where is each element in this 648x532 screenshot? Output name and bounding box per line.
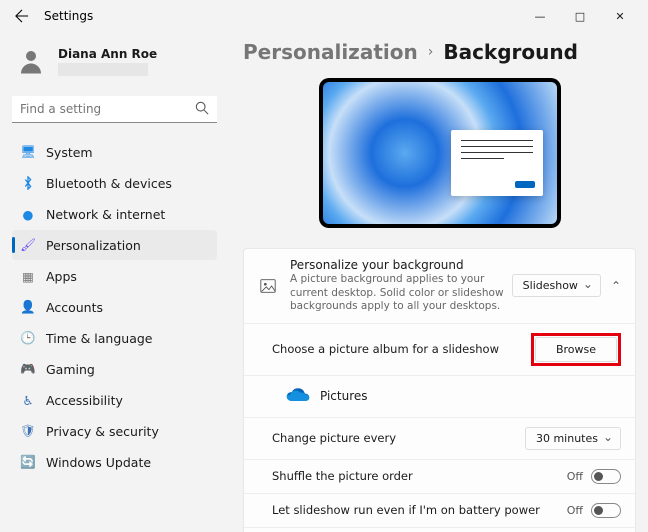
avatar bbox=[14, 44, 48, 78]
shield-icon: 🛡 bbox=[20, 423, 36, 439]
clock-icon: 🕒 bbox=[20, 330, 36, 346]
background-type-dropdown[interactable]: Slideshow bbox=[512, 274, 601, 297]
breadcrumb-parent[interactable]: Personalization bbox=[243, 40, 418, 64]
nav-time-lang[interactable]: 🕒Time & language bbox=[12, 323, 217, 353]
user-name: Diana Ann Roe bbox=[58, 47, 157, 61]
wallpaper-thumbnail bbox=[323, 82, 557, 224]
nav-system[interactable]: 🖥System bbox=[12, 137, 217, 167]
breadcrumb: Personalization › Background bbox=[243, 40, 636, 64]
page-title: Background bbox=[443, 40, 578, 64]
nav-bluetooth[interactable]: Bluetooth & devices bbox=[12, 168, 217, 198]
content-pane: Personalization › Background Personali bbox=[225, 32, 648, 532]
personalize-title: Personalize your background bbox=[290, 258, 512, 272]
maximize-button[interactable]: □ bbox=[560, 2, 600, 30]
gaming-icon: 🎮 bbox=[20, 361, 36, 377]
app-title: Settings bbox=[44, 9, 93, 23]
person-icon bbox=[16, 46, 46, 76]
nav-network[interactable]: ●Network & internet bbox=[12, 199, 217, 229]
battery-state: Off bbox=[567, 504, 583, 517]
bluetooth-icon bbox=[20, 175, 36, 191]
onedrive-icon bbox=[286, 386, 310, 407]
sidebar: Diana Ann Roe 🖥System Bluetooth & device… bbox=[0, 32, 225, 532]
desktop-preview bbox=[319, 78, 561, 228]
nav-personalization[interactable]: 🖌Personalization bbox=[12, 230, 217, 260]
nav-list: 🖥System Bluetooth & devices ●Network & i… bbox=[12, 137, 217, 477]
change-interval-dropdown[interactable]: 30 minutes bbox=[525, 427, 621, 450]
nav-accounts[interactable]: 👤Accounts bbox=[12, 292, 217, 322]
shuffle-label: Shuffle the picture order bbox=[272, 469, 567, 483]
shuffle-state: Off bbox=[567, 470, 583, 483]
update-icon: 🔄 bbox=[20, 454, 36, 470]
chevron-up-icon[interactable]: ⌃ bbox=[611, 279, 621, 293]
picture-icon bbox=[258, 276, 278, 296]
album-row-label: Choose a picture album for a slideshow bbox=[272, 342, 531, 356]
highlight-annotation: Browse bbox=[531, 333, 621, 366]
title-bar: Settings — □ ✕ bbox=[0, 0, 648, 32]
background-settings-card: Personalize your background A picture ba… bbox=[243, 248, 636, 532]
arrow-left-icon bbox=[15, 9, 29, 23]
wifi-icon: ● bbox=[20, 206, 36, 222]
brush-icon: 🖌 bbox=[20, 237, 36, 253]
battery-toggle[interactable] bbox=[591, 503, 621, 518]
album-folder-name: Pictures bbox=[320, 389, 368, 403]
profile-block[interactable]: Diana Ann Roe bbox=[12, 40, 217, 92]
search-input[interactable] bbox=[12, 96, 217, 123]
account-icon: 👤 bbox=[20, 299, 36, 315]
close-button[interactable]: ✕ bbox=[600, 2, 640, 30]
browse-button[interactable]: Browse bbox=[535, 337, 617, 362]
nav-privacy[interactable]: 🛡Privacy & security bbox=[12, 416, 217, 446]
nav-update[interactable]: 🔄Windows Update bbox=[12, 447, 217, 477]
album-folder-row[interactable]: Pictures bbox=[244, 376, 635, 418]
battery-label: Let slideshow run even if I'm on battery… bbox=[272, 503, 567, 517]
preview-window bbox=[451, 130, 543, 196]
change-interval-label: Change picture every bbox=[272, 431, 525, 445]
nav-accessibility[interactable]: ♿Accessibility bbox=[12, 385, 217, 415]
search-icon bbox=[195, 101, 209, 118]
nav-gaming[interactable]: 🎮Gaming bbox=[12, 354, 217, 384]
minimize-button[interactable]: — bbox=[520, 2, 560, 30]
chevron-right-icon: › bbox=[428, 44, 434, 60]
back-button[interactable] bbox=[8, 2, 36, 30]
shuffle-toggle[interactable] bbox=[591, 469, 621, 484]
nav-apps[interactable]: ▦Apps bbox=[12, 261, 217, 291]
apps-icon: ▦ bbox=[20, 268, 36, 284]
display-icon: 🖥 bbox=[20, 144, 36, 160]
user-email-placeholder bbox=[58, 63, 148, 76]
search-box[interactable] bbox=[12, 96, 217, 123]
accessibility-icon: ♿ bbox=[20, 392, 36, 408]
personalize-subtitle: A picture background applies to your cur… bbox=[290, 273, 512, 314]
